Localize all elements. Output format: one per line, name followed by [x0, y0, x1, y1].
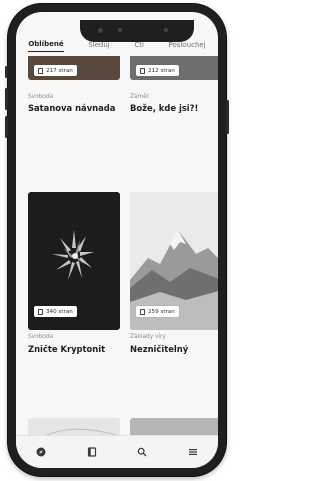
book-title: Bože, kde jsi?!	[130, 103, 199, 113]
book-icon	[87, 447, 96, 457]
nav-library[interactable]	[84, 444, 100, 460]
book-cover	[130, 418, 218, 436]
notch	[80, 20, 194, 42]
lines-illustration	[44, 428, 120, 436]
search-icon	[138, 447, 147, 457]
book-genre: Záměr	[130, 94, 150, 100]
tab-poslouchej[interactable]: Poslouchej	[169, 41, 206, 52]
document-icon	[38, 67, 43, 74]
book-grid: 217 stran Svoboda Satanova návnada 212 s…	[16, 56, 218, 436]
app-screen: Oblíbené Sleduj Čti Poslouchej 217 stran…	[16, 12, 218, 468]
menu-icon	[188, 449, 197, 455]
compass-icon	[36, 447, 46, 457]
page-count-badge: 259 stran	[136, 306, 179, 317]
nav-menu[interactable]	[185, 444, 201, 460]
book-genre: Základy víry	[130, 334, 166, 340]
nav-search[interactable]	[134, 444, 150, 460]
volume-up-button	[5, 88, 8, 110]
book-genre: Svoboda	[28, 334, 54, 340]
tab-sleduj[interactable]: Sleduj	[88, 41, 110, 52]
document-icon	[140, 308, 145, 315]
book-title: Satanova návnada	[28, 103, 116, 113]
page-count-badge: 212 stran	[136, 65, 179, 76]
mute-switch	[5, 66, 8, 78]
tab-cti[interactable]: Čti	[134, 41, 144, 52]
book-genre: Svoboda	[28, 94, 54, 100]
document-icon	[140, 67, 145, 74]
book-title: Nezničitelný	[130, 344, 189, 354]
book-cover	[28, 418, 120, 436]
volume-down-button	[5, 116, 8, 138]
bottom-navigation	[16, 435, 218, 468]
page-count-badge: 217 stran	[34, 65, 77, 76]
document-icon	[38, 308, 43, 315]
power-button	[226, 100, 229, 134]
nav-discover[interactable]	[33, 444, 49, 460]
page-count-badge: 340 stran	[34, 306, 77, 317]
book-title: Zničte Kryptonit	[28, 344, 106, 354]
tab-oblibene[interactable]: Oblíbené	[28, 40, 64, 52]
